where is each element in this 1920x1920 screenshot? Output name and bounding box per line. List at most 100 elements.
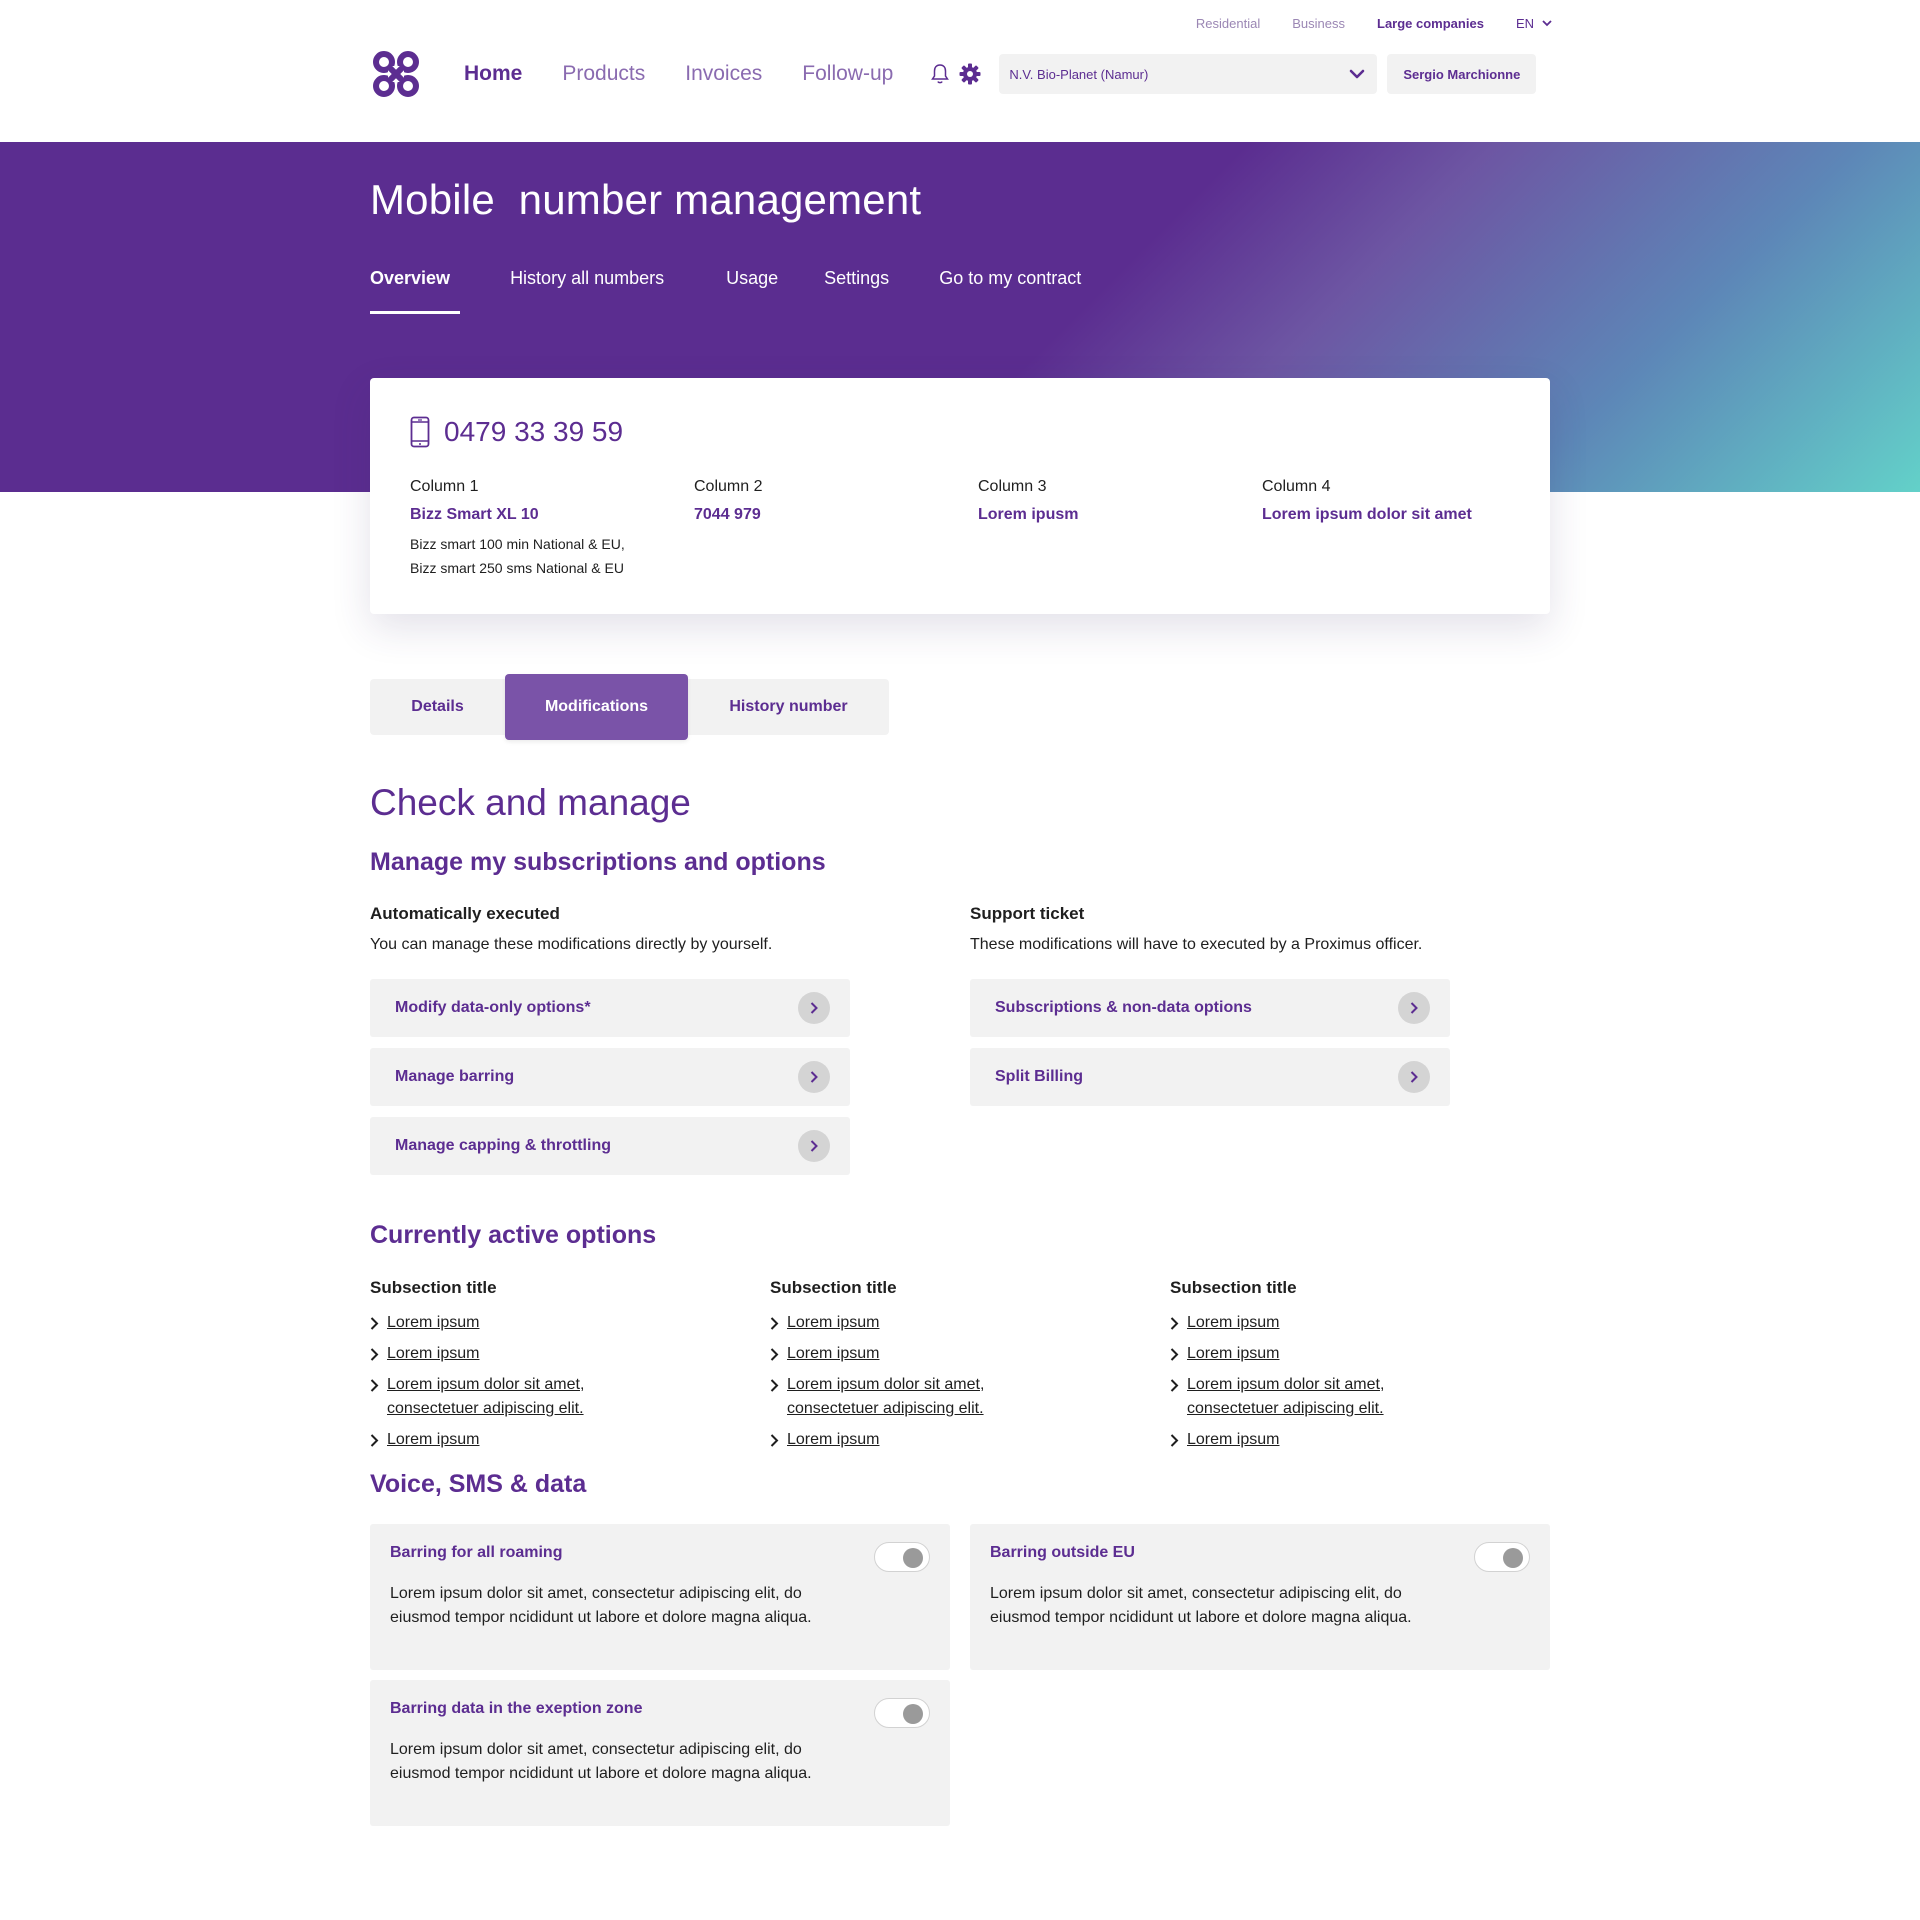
language-selector[interactable]: EN bbox=[1516, 16, 1552, 31]
manage-barring-button[interactable]: Manage barring bbox=[370, 1048, 850, 1106]
user-button[interactable]: Sergio Marchionne bbox=[1387, 54, 1537, 94]
chevron-right-icon bbox=[370, 1317, 379, 1330]
link-text[interactable]: Lorem ipsum dolor sit amet, consectetuer… bbox=[387, 1373, 617, 1421]
chevron-right-icon bbox=[370, 1379, 379, 1392]
chevron-right-icon bbox=[370, 1348, 379, 1361]
column-value: Lorem ipsum dolor sit amet bbox=[1262, 506, 1472, 523]
chevron-right-icon bbox=[1398, 992, 1430, 1024]
barring-all-roaming-toggle[interactable] bbox=[874, 1542, 930, 1572]
chevron-right-icon bbox=[1398, 1061, 1430, 1093]
link-text[interactable]: Lorem ipsum bbox=[787, 1342, 1017, 1366]
option-title: Barring outside EU bbox=[990, 1544, 1135, 1561]
chevron-right-icon bbox=[1170, 1434, 1179, 1447]
active-options-list: Lorem ipsum Lorem ipsum Lorem ipsum dolo… bbox=[770, 1311, 1017, 1459]
chevron-right-icon bbox=[1170, 1317, 1179, 1330]
list-item[interactable]: Lorem ipsum dolor sit amet, consectetuer… bbox=[770, 1373, 1017, 1421]
nav-products[interactable]: Products bbox=[562, 62, 645, 86]
list-item[interactable]: Lorem ipsum bbox=[1170, 1342, 1417, 1366]
option-card: Barring data in the exeption zone Lorem … bbox=[370, 1680, 950, 1826]
chevron-right-icon bbox=[798, 1130, 830, 1162]
link-text[interactable]: Lorem ipsum bbox=[1187, 1342, 1417, 1366]
link-text[interactable]: Lorem ipsum dolor sit amet, consectetuer… bbox=[1187, 1373, 1417, 1421]
utility-link-large-companies[interactable]: Large companies bbox=[1377, 16, 1484, 31]
link-text[interactable]: Lorem ipsum bbox=[1187, 1311, 1417, 1335]
chevron-right-icon bbox=[770, 1379, 779, 1392]
barring-outside-eu-toggle[interactable] bbox=[1474, 1542, 1530, 1572]
nav-follow-up[interactable]: Follow-up bbox=[802, 62, 893, 86]
tab-usage[interactable]: Usage bbox=[726, 268, 778, 314]
link-text[interactable]: Lorem ipsum bbox=[387, 1428, 617, 1452]
section-title-voice-sms-data: Voice, SMS & data bbox=[370, 1470, 587, 1498]
list-item[interactable]: Lorem ipsum bbox=[1170, 1428, 1417, 1452]
language-label: EN bbox=[1515, 16, 1534, 31]
utility-link-business[interactable]: Business bbox=[1292, 16, 1345, 31]
number-card: 0479 33 39 59 Column 1 Bizz Smart XL 10 … bbox=[370, 378, 1550, 614]
link-text[interactable]: Lorem ipsum bbox=[787, 1428, 1017, 1452]
number-column-1: Column 1 Bizz Smart XL 10 Bizz smart 100… bbox=[410, 478, 694, 580]
section-title-check-manage: Check and manage bbox=[370, 782, 691, 823]
chevron-down-icon bbox=[1542, 20, 1552, 27]
option-title: Barring for all roaming bbox=[390, 1544, 563, 1561]
column-value: Bizz Smart XL 10 bbox=[410, 506, 539, 523]
action-label: Manage barring bbox=[395, 1068, 515, 1085]
chevron-right-icon bbox=[798, 992, 830, 1024]
tab-settings[interactable]: Settings bbox=[824, 268, 889, 314]
support-ticket-description: These modifications will have to execute… bbox=[970, 936, 1423, 953]
subsection-title: Subsection title bbox=[1170, 1278, 1297, 1297]
tab-go-to-contract[interactable]: Go to my contract bbox=[939, 268, 1081, 314]
segment-details[interactable]: Details bbox=[370, 679, 505, 735]
segment-history-number[interactable]: History number bbox=[688, 679, 889, 735]
column-header: Column 2 bbox=[694, 478, 763, 495]
link-text[interactable]: Lorem ipsum bbox=[387, 1342, 617, 1366]
list-item[interactable]: Lorem ipsum dolor sit amet, consectetuer… bbox=[1170, 1373, 1417, 1421]
chevron-right-icon bbox=[1170, 1348, 1179, 1361]
hero-tabs: Overview History all numbers Usage Setti… bbox=[370, 268, 1131, 314]
list-item[interactable]: Lorem ipsum bbox=[770, 1428, 1017, 1452]
subsection-title: Subsection title bbox=[370, 1278, 497, 1297]
list-item[interactable]: Lorem ipsum bbox=[370, 1311, 617, 1335]
main-header: Home Products Invoices Follow-up N.V. Bi… bbox=[370, 44, 1550, 104]
support-ticket-title: Support ticket bbox=[970, 904, 1085, 923]
list-item[interactable]: Lorem ipsum bbox=[770, 1342, 1017, 1366]
split-billing-button[interactable]: Split Billing bbox=[970, 1048, 1450, 1106]
option-card: Barring for all roaming Lorem ipsum dolo… bbox=[370, 1524, 950, 1670]
phone-icon bbox=[410, 416, 430, 448]
list-item[interactable]: Lorem ipsum dolor sit amet, consectetuer… bbox=[370, 1373, 617, 1421]
link-text[interactable]: Lorem ipsum bbox=[787, 1311, 1017, 1335]
subscriptions-non-data-options-button[interactable]: Subscriptions & non-data options bbox=[970, 979, 1450, 1037]
list-item[interactable]: Lorem ipsum bbox=[1170, 1311, 1417, 1335]
nav-home[interactable]: Home bbox=[464, 62, 522, 86]
chevron-right-icon bbox=[770, 1434, 779, 1447]
column-value: 7044 979 bbox=[694, 506, 761, 523]
tab-overview[interactable]: Overview bbox=[370, 268, 461, 314]
segment-modifications[interactable]: Modifications bbox=[505, 674, 688, 740]
utility-link-residential[interactable]: Residential bbox=[1196, 16, 1260, 31]
toggle-knob bbox=[903, 1548, 923, 1568]
gear-icon[interactable] bbox=[959, 63, 981, 85]
option-title: Barring data in the exeption zone bbox=[390, 1700, 643, 1717]
manage-capping-throttling-button[interactable]: Manage capping & throttling bbox=[370, 1117, 850, 1175]
option-description: Lorem ipsum dolor sit amet, consectetur … bbox=[390, 1741, 812, 1782]
number-column-2: Column 2 7044 979 bbox=[694, 478, 978, 580]
chevron-right-icon bbox=[770, 1317, 779, 1330]
chevron-down-icon bbox=[1350, 69, 1365, 79]
bell-icon[interactable] bbox=[931, 63, 950, 85]
active-options-list: Lorem ipsum Lorem ipsum Lorem ipsum dolo… bbox=[370, 1311, 617, 1459]
barring-data-exception-zone-toggle[interactable] bbox=[874, 1698, 930, 1728]
link-text[interactable]: Lorem ipsum dolor sit amet, consectetuer… bbox=[787, 1373, 1017, 1421]
list-item[interactable]: Lorem ipsum bbox=[370, 1428, 617, 1452]
link-text[interactable]: Lorem ipsum bbox=[1187, 1428, 1417, 1452]
page-title: Mobile number management bbox=[370, 176, 922, 223]
toggle-knob bbox=[1503, 1548, 1523, 1568]
utility-nav: Residential Business Large companies EN bbox=[1196, 16, 1552, 31]
tab-history-all-numbers[interactable]: History all numbers bbox=[510, 268, 664, 314]
logo-icon[interactable] bbox=[370, 48, 422, 100]
company-selector-value: N.V. Bio-Planet (Namur) bbox=[1009, 66, 1149, 82]
action-label: Split Billing bbox=[995, 1068, 1083, 1085]
nav-invoices[interactable]: Invoices bbox=[685, 62, 762, 86]
company-selector[interactable]: N.V. Bio-Planet (Namur) bbox=[999, 54, 1378, 94]
list-item[interactable]: Lorem ipsum bbox=[370, 1342, 617, 1366]
modify-data-only-options-button[interactable]: Modify data-only options* bbox=[370, 979, 850, 1037]
list-item[interactable]: Lorem ipsum bbox=[770, 1311, 1017, 1335]
link-text[interactable]: Lorem ipsum bbox=[387, 1311, 617, 1335]
